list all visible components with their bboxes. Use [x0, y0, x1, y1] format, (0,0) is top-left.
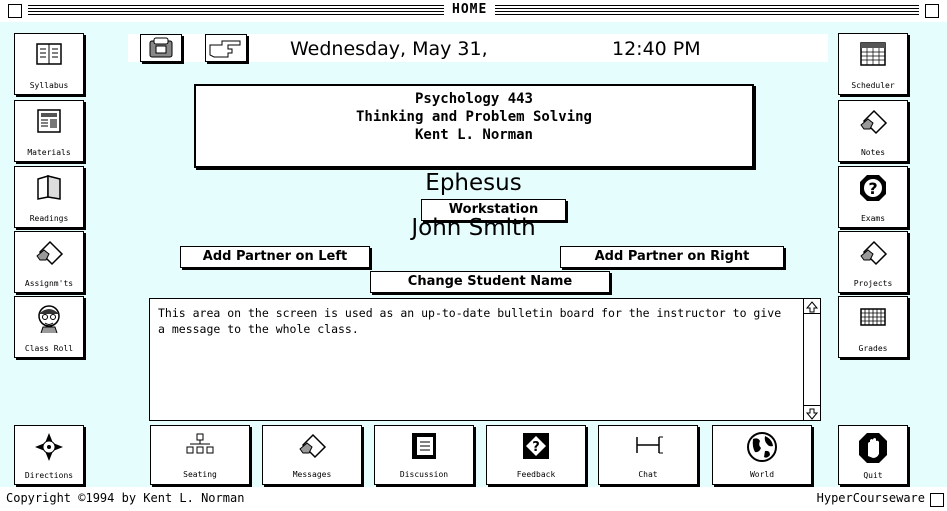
- svg-text:?: ?: [868, 179, 877, 198]
- copyright-text: Copyright ©1994 by Kent L. Norman: [6, 491, 245, 505]
- add-partner-right-button[interactable]: Add Partner on Right: [560, 246, 784, 268]
- discussion-label: Discussion: [399, 470, 449, 479]
- bulletin-text: This area on the screen is used as an up…: [158, 306, 782, 336]
- scroll-down-button[interactable]: [804, 405, 820, 420]
- hand-paper-icon: [36, 240, 64, 266]
- close-box[interactable]: [8, 4, 22, 18]
- resize-box[interactable]: [930, 493, 944, 507]
- messages-button[interactable]: Messages: [262, 425, 362, 485]
- open-book-icon: [37, 174, 61, 200]
- projects-button[interactable]: Projects: [838, 231, 908, 293]
- footer: Copyright ©1994 by Kent L. Norman HyperC…: [0, 487, 947, 511]
- feedback-button[interactable]: ? Feedback: [486, 425, 586, 485]
- quit-button[interactable]: Quit: [838, 425, 908, 485]
- pointing-hand-button[interactable]: [205, 34, 247, 62]
- newspaper-icon: [37, 109, 61, 133]
- messages-label: Messages: [292, 470, 332, 479]
- course-number: Psychology 443: [414, 91, 533, 107]
- book-icon: [36, 43, 62, 65]
- readings-button[interactable]: Readings: [14, 166, 84, 228]
- calendar-icon: [860, 42, 886, 66]
- question-icon: ?: [860, 175, 886, 201]
- class-roll-label: Class Roll: [24, 344, 74, 353]
- seating-button[interactable]: Seating: [150, 425, 250, 485]
- discussion-icon: [412, 433, 436, 459]
- arrow-down-icon: [805, 408, 819, 420]
- chat-button[interactable]: Chat: [598, 425, 698, 485]
- projects-label: Projects: [853, 279, 893, 288]
- grades-button[interactable]: Grades: [838, 296, 908, 358]
- zoom-box[interactable]: [925, 4, 939, 18]
- phone-button[interactable]: [140, 34, 182, 62]
- student-name: John Smith: [411, 215, 536, 241]
- exams-label: Exams: [860, 214, 886, 223]
- materials-label: Materials: [27, 148, 71, 157]
- title-bar: HOME: [0, 0, 947, 23]
- seating-label: Seating: [183, 470, 217, 479]
- feedback-label: Feedback: [516, 470, 556, 479]
- person-face-icon: [38, 305, 60, 333]
- syllabus-button[interactable]: Syllabus: [14, 33, 84, 95]
- arrow-up-icon: [805, 301, 819, 313]
- compass-icon: [35, 433, 63, 461]
- gradebook-icon: [860, 308, 886, 326]
- notes-label: Notes: [860, 148, 886, 157]
- readings-label: Readings: [29, 214, 69, 223]
- course-info-box: Psychology 443 Thinking and Problem Solv…: [194, 84, 754, 168]
- stop-hand-icon: [859, 433, 887, 463]
- directions-label: Directions: [24, 471, 74, 480]
- exams-button[interactable]: ? Exams: [838, 166, 908, 228]
- syllabus-label: Syllabus: [29, 81, 69, 90]
- course-title: Thinking and Problem Solving: [355, 109, 592, 125]
- add-partner-left-button[interactable]: Add Partner on Left: [180, 246, 370, 268]
- hand-paper-icon: [860, 109, 888, 135]
- time-display: 12:40 PM: [612, 38, 701, 60]
- date-display: Wednesday, May 31,: [290, 38, 488, 60]
- instructor-name: Kent L. Norman: [414, 127, 533, 143]
- scheduler-label: Scheduler: [851, 81, 895, 90]
- class-roll-button[interactable]: Class Roll: [14, 296, 84, 358]
- notes-button[interactable]: Notes: [838, 100, 908, 162]
- assignments-label: Assignm'ts: [24, 279, 74, 288]
- directions-button[interactable]: Directions: [14, 425, 84, 485]
- phone-icon: [149, 37, 173, 58]
- brand-text: HyperCourseware: [816, 491, 925, 505]
- seating-chart-icon: [186, 433, 214, 454]
- hand-paper-icon: [860, 240, 888, 266]
- globe-icon: [747, 432, 777, 462]
- window-title: HOME: [444, 2, 496, 17]
- world-button[interactable]: World: [712, 425, 812, 485]
- hand-paper-icon: [299, 433, 327, 459]
- workstation-name: Ephesus: [425, 170, 522, 196]
- scroll-up-button[interactable]: [804, 299, 820, 314]
- quit-label: Quit: [863, 471, 883, 480]
- chat-icon: [636, 436, 663, 454]
- world-label: World: [749, 470, 775, 479]
- change-student-name-button[interactable]: Change Student Name: [370, 271, 610, 293]
- assignments-button[interactable]: Assignm'ts: [14, 231, 84, 293]
- bulletin-board[interactable]: This area on the screen is used as an up…: [149, 298, 821, 421]
- pointing-hand-icon: [209, 40, 241, 58]
- bulletin-scrollbar[interactable]: [803, 299, 820, 420]
- materials-button[interactable]: Materials: [14, 100, 84, 162]
- grades-label: Grades: [858, 344, 888, 353]
- chat-label: Chat: [638, 470, 658, 479]
- feedback-icon: ?: [523, 433, 549, 459]
- svg-text:?: ?: [532, 440, 540, 455]
- discussion-button[interactable]: Discussion: [374, 425, 474, 485]
- scheduler-button[interactable]: Scheduler: [838, 33, 908, 95]
